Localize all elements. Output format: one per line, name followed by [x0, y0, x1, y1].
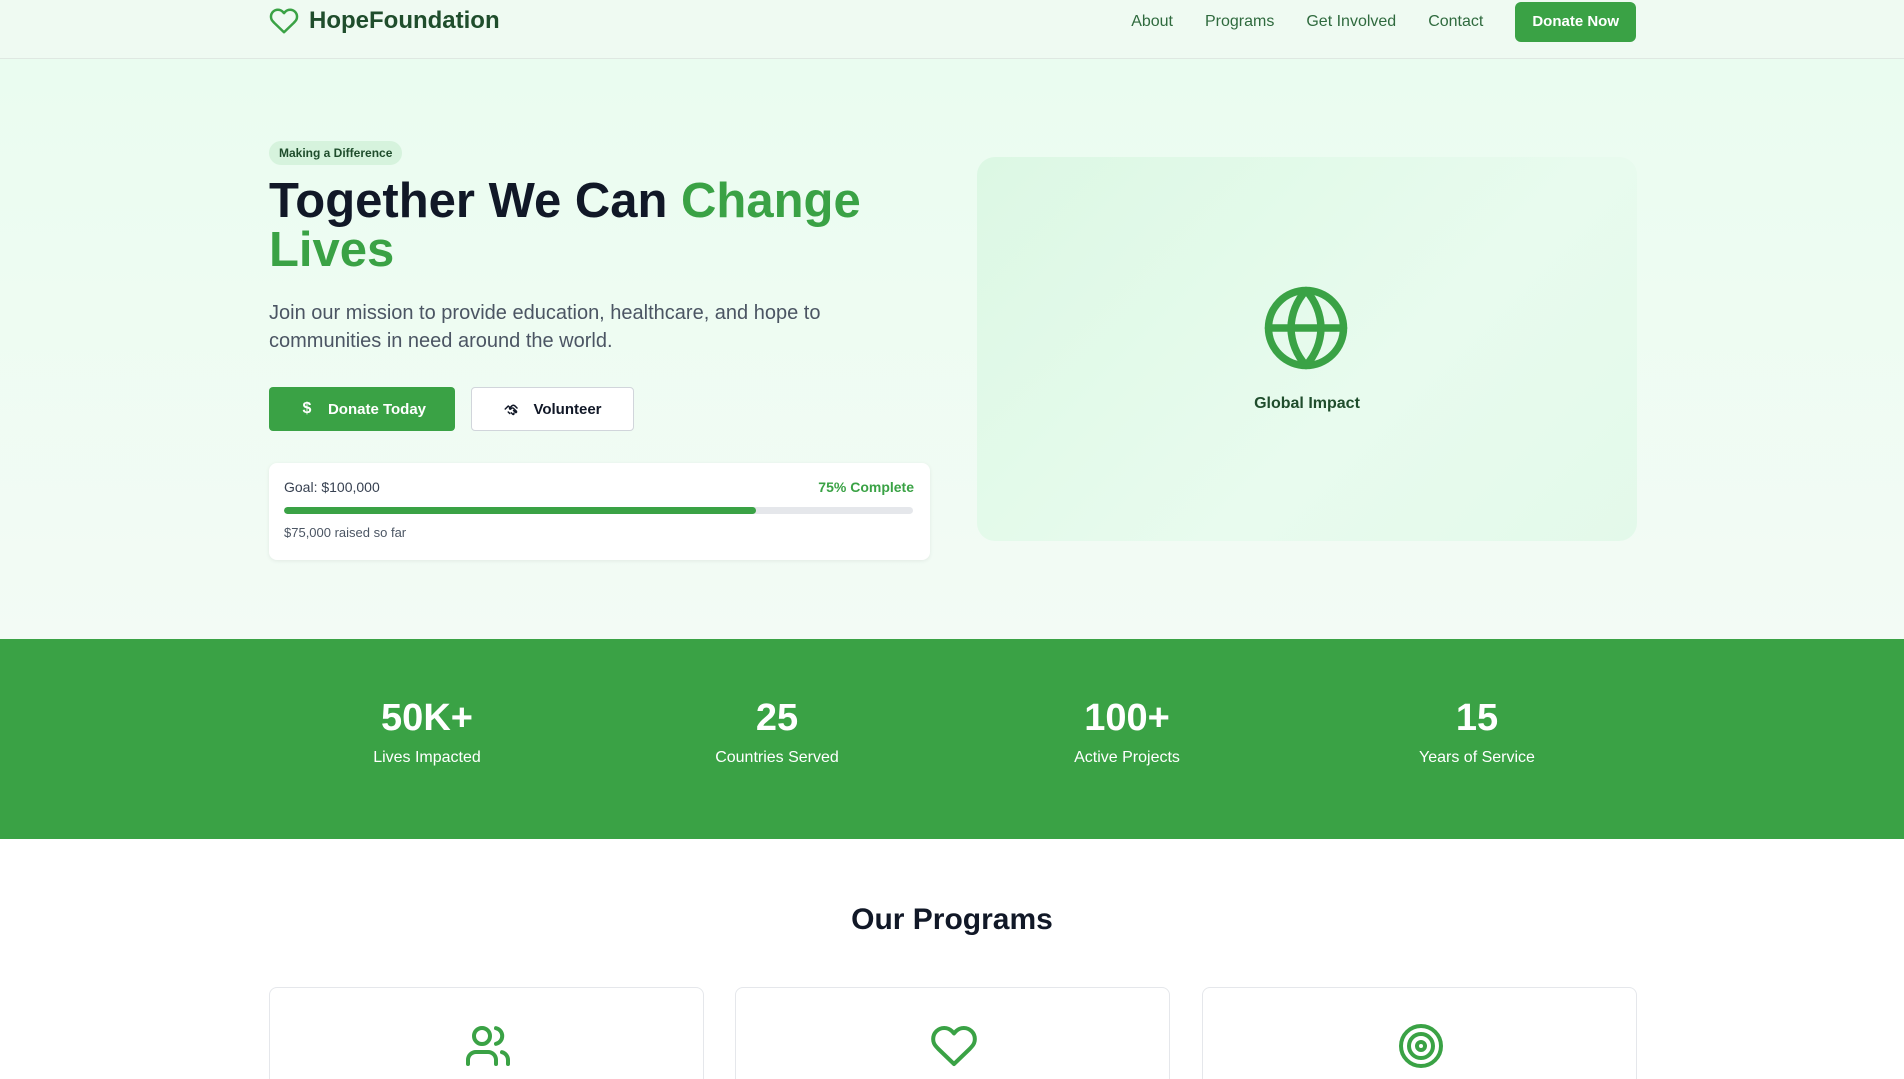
heart-icon — [269, 8, 299, 34]
goal-label: Goal: $100,000 — [284, 479, 380, 495]
brand-name: HopeFoundation — [309, 7, 500, 34]
target-icon — [1399, 1024, 1443, 1068]
program-card[interactable] — [1202, 987, 1637, 1079]
program-card[interactable] — [735, 987, 1170, 1079]
global-impact-card: Global Impact — [977, 157, 1637, 541]
main-nav: About Programs Get Involved Contact Dona… — [1131, 0, 1636, 44]
hero-badge: Making a Difference — [269, 141, 403, 165]
users-icon — [466, 1026, 511, 1066]
handshake-icon — [504, 404, 519, 416]
stat-value: 50K+ — [381, 697, 473, 739]
hero-title: Together We Can Change Lives — [269, 177, 929, 275]
globe-icon — [1264, 286, 1348, 370]
stat-value: 15 — [1455, 697, 1499, 739]
donation-progress-card: Goal: $100,000 75% Complete $75,000 rais… — [269, 463, 930, 560]
percent-complete-label: 75% Complete — [818, 479, 914, 495]
nav-about[interactable]: About — [1131, 13, 1173, 31]
nav-contact[interactable]: Contact — [1428, 13, 1483, 31]
donate-today-button[interactable]: $ Donate Today — [269, 387, 455, 431]
stat-years-of-service: 15 Years of Service — [1327, 697, 1627, 767]
hero-section: Making a Difference Together We Can Chan… — [0, 59, 1904, 639]
stat-label: Lives Impacted — [373, 749, 481, 766]
stats-section: 50K+ Lives Impacted 25 Countries Served … — [0, 639, 1904, 839]
hero-title-main: Together We Can — [269, 174, 682, 228]
nav-get-involved[interactable]: Get Involved — [1306, 13, 1396, 31]
stat-value: 25 — [755, 697, 799, 739]
nav-programs[interactable]: Programs — [1205, 13, 1274, 31]
progress-fill — [284, 507, 756, 514]
progress-track — [284, 507, 913, 514]
brand-logo[interactable]: HopeFoundation — [269, 6, 500, 36]
stat-value: 100+ — [1084, 697, 1170, 739]
donate-now-button[interactable]: Donate Now — [1515, 2, 1636, 42]
hero-subtitle: Join our mission to provide education, h… — [269, 302, 821, 352]
global-impact-label: Global Impact — [1254, 395, 1360, 412]
dollar-icon: $ — [302, 400, 312, 417]
raised-label: $75,000 raised so far — [284, 525, 407, 540]
stat-label: Countries Served — [715, 749, 839, 766]
site-header: HopeFoundation About Programs Get Involv… — [0, 0, 1904, 59]
stat-lives-impacted: 50K+ Lives Impacted — [277, 697, 577, 767]
volunteer-label: Volunteer — [533, 400, 602, 418]
stat-label: Years of Service — [1419, 749, 1535, 766]
program-card[interactable] — [269, 987, 704, 1079]
volunteer-button[interactable]: Volunteer — [471, 387, 634, 431]
programs-title: Our Programs — [851, 903, 1053, 936]
stat-countries-served: 25 Countries Served — [627, 697, 927, 767]
heart-icon — [931, 1025, 977, 1066]
stat-active-projects: 100+ Active Projects — [977, 697, 1277, 767]
stat-label: Active Projects — [1074, 749, 1180, 766]
donate-today-label: Donate Today — [327, 400, 427, 418]
